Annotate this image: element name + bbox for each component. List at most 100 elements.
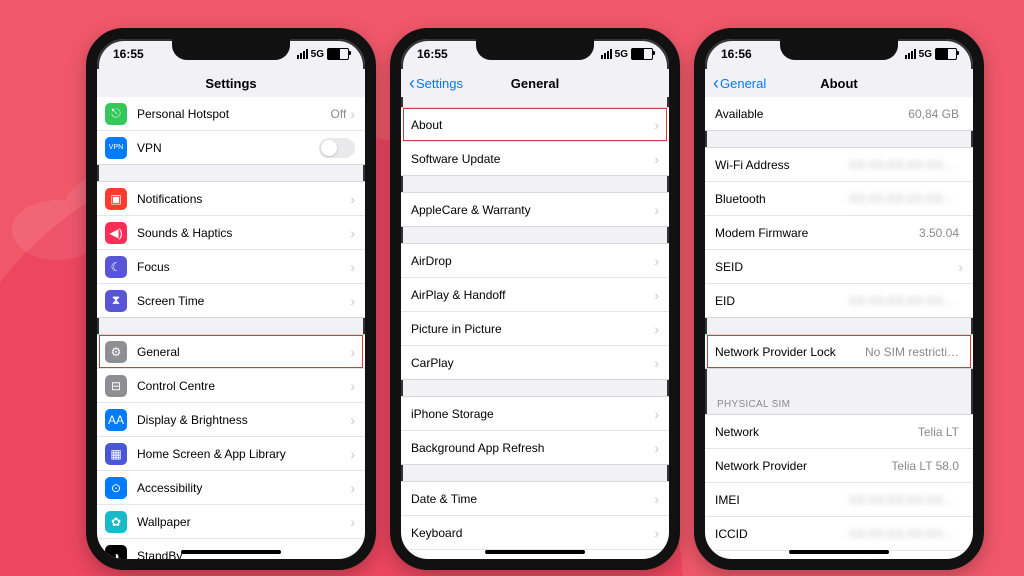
row-label: About	[411, 118, 654, 132]
network-type: 5G	[919, 49, 932, 60]
page-title: About	[820, 76, 858, 91]
group: ▣Notifications›◀)Sounds & Haptics›☾Focus…	[97, 181, 365, 318]
row-label: EID	[715, 294, 849, 308]
settings-row[interactable]: VPNVPN	[97, 130, 365, 164]
notch	[780, 38, 898, 60]
settings-row[interactable]: Network ProviderTelia LT 58.0	[705, 448, 973, 482]
row-value-redacted: XX:XX:XX:XX:XX:XX	[849, 294, 959, 308]
phone-general: 16:55 5G ‹Settings General About›Softwar…	[390, 28, 680, 570]
settings-row[interactable]: Picture in Picture›	[401, 311, 669, 345]
chevron-right-icon: ›	[654, 322, 659, 336]
chevron-right-icon: ›	[350, 107, 355, 121]
settings-row[interactable]: CarPlay›	[401, 345, 669, 379]
switch-icon: ⊟	[105, 375, 127, 397]
settings-row[interactable]: ⊙Accessibility›	[97, 470, 365, 504]
chevron-right-icon: ›	[654, 203, 659, 217]
back-label: Settings	[416, 76, 463, 91]
group: iPhone Storage›Background App Refresh›	[401, 396, 669, 465]
settings-row[interactable]: Modem Firmware3.50.04	[705, 215, 973, 249]
settings-row[interactable]: ⚙General›	[97, 335, 365, 368]
settings-row[interactable]: ICCIDXX:XX:XX:XX:XX:XX	[705, 516, 973, 550]
back-button[interactable]: ‹Settings	[409, 74, 463, 92]
settings-row[interactable]: NetworkTelia LT	[705, 415, 973, 448]
settings-row[interactable]: ✿Wallpaper›	[97, 504, 365, 538]
settings-row[interactable]: ◀)Sounds & Haptics›	[97, 215, 365, 249]
group: Date & Time›Keyboard›Fonts›Language & Re…	[401, 481, 669, 559]
row-label: Network Provider	[715, 459, 891, 473]
phone-settings: 16:55 5G Settings ⎋Personal HotspotOff›V…	[86, 28, 376, 570]
speaker-icon: ◀)	[105, 222, 127, 244]
settings-row[interactable]: ▣Notifications›	[97, 182, 365, 215]
chevron-right-icon: ›	[350, 481, 355, 495]
row-value: No SIM restricti…	[865, 345, 959, 359]
nav-bar: ‹General About	[705, 69, 973, 97]
notch	[172, 38, 290, 60]
notch	[476, 38, 594, 60]
settings-row[interactable]: Wi-Fi AddressXX:XX:XX:XX:XX:XX	[705, 148, 973, 181]
chevron-right-icon: ›	[654, 356, 659, 370]
row-label: Available	[715, 107, 908, 121]
row-label: Date & Time	[411, 492, 654, 506]
row-label: SEID	[715, 260, 958, 274]
settings-row[interactable]: AirDrop›	[401, 244, 669, 277]
chevron-right-icon: ›	[350, 549, 355, 560]
settings-row[interactable]: IMEIXX:XX:XX:XX:XX:XX	[705, 482, 973, 516]
row-label: Picture in Picture	[411, 322, 654, 336]
settings-row[interactable]: Software Update›	[401, 141, 669, 175]
chevron-right-icon: ›	[350, 345, 355, 359]
row-label: Software Update	[411, 152, 654, 166]
settings-row[interactable]: ▦Home Screen & App Library›	[97, 436, 365, 470]
back-button[interactable]: ‹General	[713, 74, 766, 92]
settings-row[interactable]: AppleCare & Warranty›	[401, 193, 669, 226]
home-indicator[interactable]	[181, 550, 281, 554]
settings-row[interactable]: Available60,84 GB	[705, 97, 973, 130]
settings-row[interactable]: Keyboard›	[401, 515, 669, 549]
settings-row[interactable]: Date & Time›	[401, 482, 669, 515]
settings-row[interactable]: ☾Focus›	[97, 249, 365, 283]
row-value: Off	[331, 107, 347, 121]
group: Available60,84 GB	[705, 97, 973, 131]
row-label: Network Provider Lock	[715, 345, 865, 359]
gear-icon: ⚙	[105, 341, 127, 363]
status-time: 16:55	[113, 47, 144, 61]
settings-row[interactable]: ⊟Control Centre›	[97, 368, 365, 402]
chevron-right-icon: ›	[654, 441, 659, 455]
settings-row[interactable]: AirPlay & Handoff›	[401, 277, 669, 311]
home-indicator[interactable]	[789, 550, 889, 554]
status-time: 16:56	[721, 47, 752, 61]
row-label: AirDrop	[411, 254, 654, 268]
settings-row[interactable]: EIDXX:XX:XX:XX:XX:XX	[705, 283, 973, 317]
row-label: AirPlay & Handoff	[411, 288, 654, 302]
row-label: CarPlay	[411, 356, 654, 370]
group: Wi-Fi AddressXX:XX:XX:XX:XX:XXBluetoothX…	[705, 147, 973, 318]
chevron-right-icon: ›	[654, 288, 659, 302]
settings-row[interactable]: BluetoothXX:XX:XX:XX:XX:XX	[705, 181, 973, 215]
settings-row[interactable]: Background App Refresh›	[401, 430, 669, 464]
settings-row[interactable]: ⧗Screen Time›	[97, 283, 365, 317]
row-label: iPhone Storage	[411, 407, 654, 421]
chevron-right-icon: ›	[350, 192, 355, 206]
signal-icon	[905, 49, 916, 59]
settings-row[interactable]: iPhone Storage›	[401, 397, 669, 430]
chevron-left-icon: ‹	[409, 74, 415, 92]
settings-row[interactable]: SEID›	[705, 249, 973, 283]
network-type: 5G	[615, 49, 628, 60]
row-label: Personal Hotspot	[137, 107, 331, 121]
settings-row[interactable]: About›	[401, 108, 669, 141]
chevron-right-icon: ›	[654, 492, 659, 506]
battery-icon	[327, 48, 349, 60]
section-header: Physical SIM	[705, 385, 973, 414]
home-indicator[interactable]	[485, 550, 585, 554]
toggle-switch[interactable]	[319, 138, 355, 158]
network-type: 5G	[311, 49, 324, 60]
settings-row[interactable]: Network Provider LockNo SIM restricti…	[705, 335, 973, 368]
settings-row[interactable]: ◑StandBy›	[97, 538, 365, 559]
nav-bar: Settings	[97, 69, 365, 97]
row-label: Notifications	[137, 192, 350, 206]
chevron-right-icon: ›	[654, 526, 659, 540]
settings-row[interactable]: ⎋ Personal HotspotOff›	[97, 97, 365, 130]
link-icon: ⎋	[105, 103, 127, 125]
hourglass-icon: ⧗	[105, 290, 127, 312]
settings-row[interactable]: AADisplay & Brightness›	[97, 402, 365, 436]
flower-icon: ✿	[105, 511, 127, 533]
